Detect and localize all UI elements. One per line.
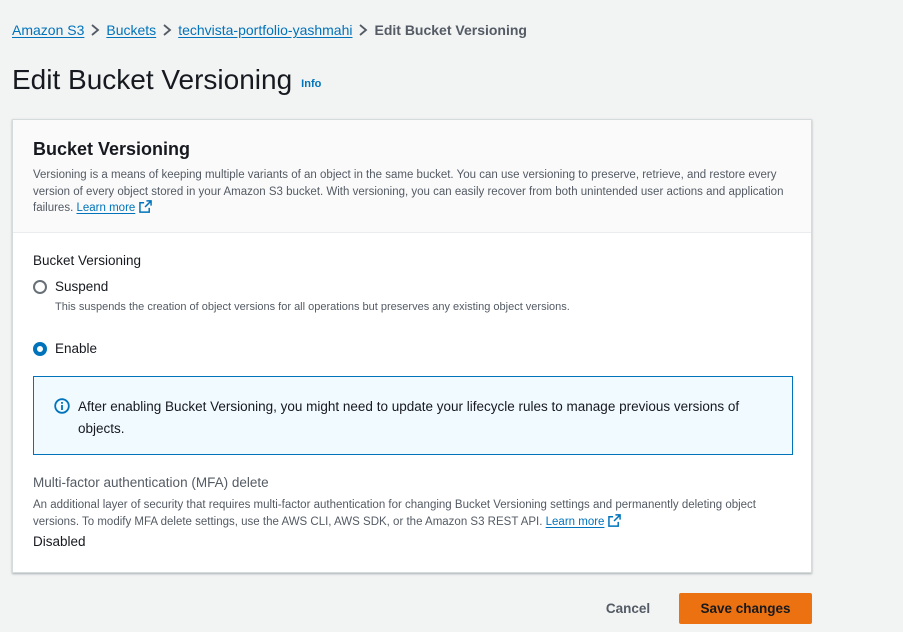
chevron-right-icon <box>156 24 178 36</box>
mfa-delete-value: Disabled <box>33 534 86 549</box>
suspend-radio-label: Suspend <box>55 279 109 294</box>
info-circle-icon <box>54 398 70 414</box>
mfa-delete-label: Multi-factor authentication (MFA) delete <box>33 475 269 490</box>
panel-description: Versioning is a means of keeping multipl… <box>33 167 793 217</box>
versioning-field-label: Bucket Versioning <box>33 253 142 268</box>
enable-radio-label: Enable <box>55 341 98 356</box>
suspend-description: This suspends the creation of object ver… <box>55 301 570 313</box>
learn-more-link[interactable]: Learn more <box>76 202 135 214</box>
save-changes-button[interactable]: Save changes <box>679 593 812 624</box>
suspend-radio-option[interactable]: Suspend <box>33 279 108 294</box>
bucket-versioning-panel: Bucket Versioning Versioning is a means … <box>12 119 812 573</box>
panel-header: Bucket Versioning Versioning is a means … <box>13 120 811 233</box>
breadcrumb-bucket-name[interactable]: techvista-portfolio-yashmahi <box>178 22 352 38</box>
cancel-button[interactable]: Cancel <box>588 593 668 623</box>
breadcrumb-amazon-s3[interactable]: Amazon S3 <box>12 22 84 38</box>
mfa-delete-description: An additional layer of security that req… <box>33 497 803 530</box>
page-header: Edit Bucket Versioning Info <box>12 64 321 96</box>
panel-title: Bucket Versioning <box>33 139 191 159</box>
info-link[interactable]: Info <box>301 78 321 90</box>
alert-text: After enabling Bucket Versioning, you mi… <box>78 399 740 436</box>
info-alert: After enabling Bucket Versioning, you mi… <box>33 376 793 455</box>
mfa-description-text: An additional layer of security that req… <box>33 499 757 528</box>
external-link-icon[interactable] <box>139 200 153 213</box>
chevron-right-icon <box>84 24 106 36</box>
breadcrumb-current: Edit Bucket Versioning <box>374 22 527 38</box>
chevron-right-icon <box>352 24 374 36</box>
suspend-radio[interactable] <box>33 279 47 294</box>
breadcrumb-buckets[interactable]: Buckets <box>106 22 156 38</box>
page-title: Edit Bucket Versioning <box>12 64 293 95</box>
mfa-learn-more-link[interactable]: Learn more <box>546 516 605 528</box>
breadcrumb: Amazon S3 Buckets techvista-portfolio-ya… <box>12 22 527 38</box>
external-link-icon[interactable] <box>608 513 622 527</box>
enable-radio[interactable] <box>33 341 47 356</box>
enable-radio-option[interactable]: Enable <box>33 341 97 356</box>
